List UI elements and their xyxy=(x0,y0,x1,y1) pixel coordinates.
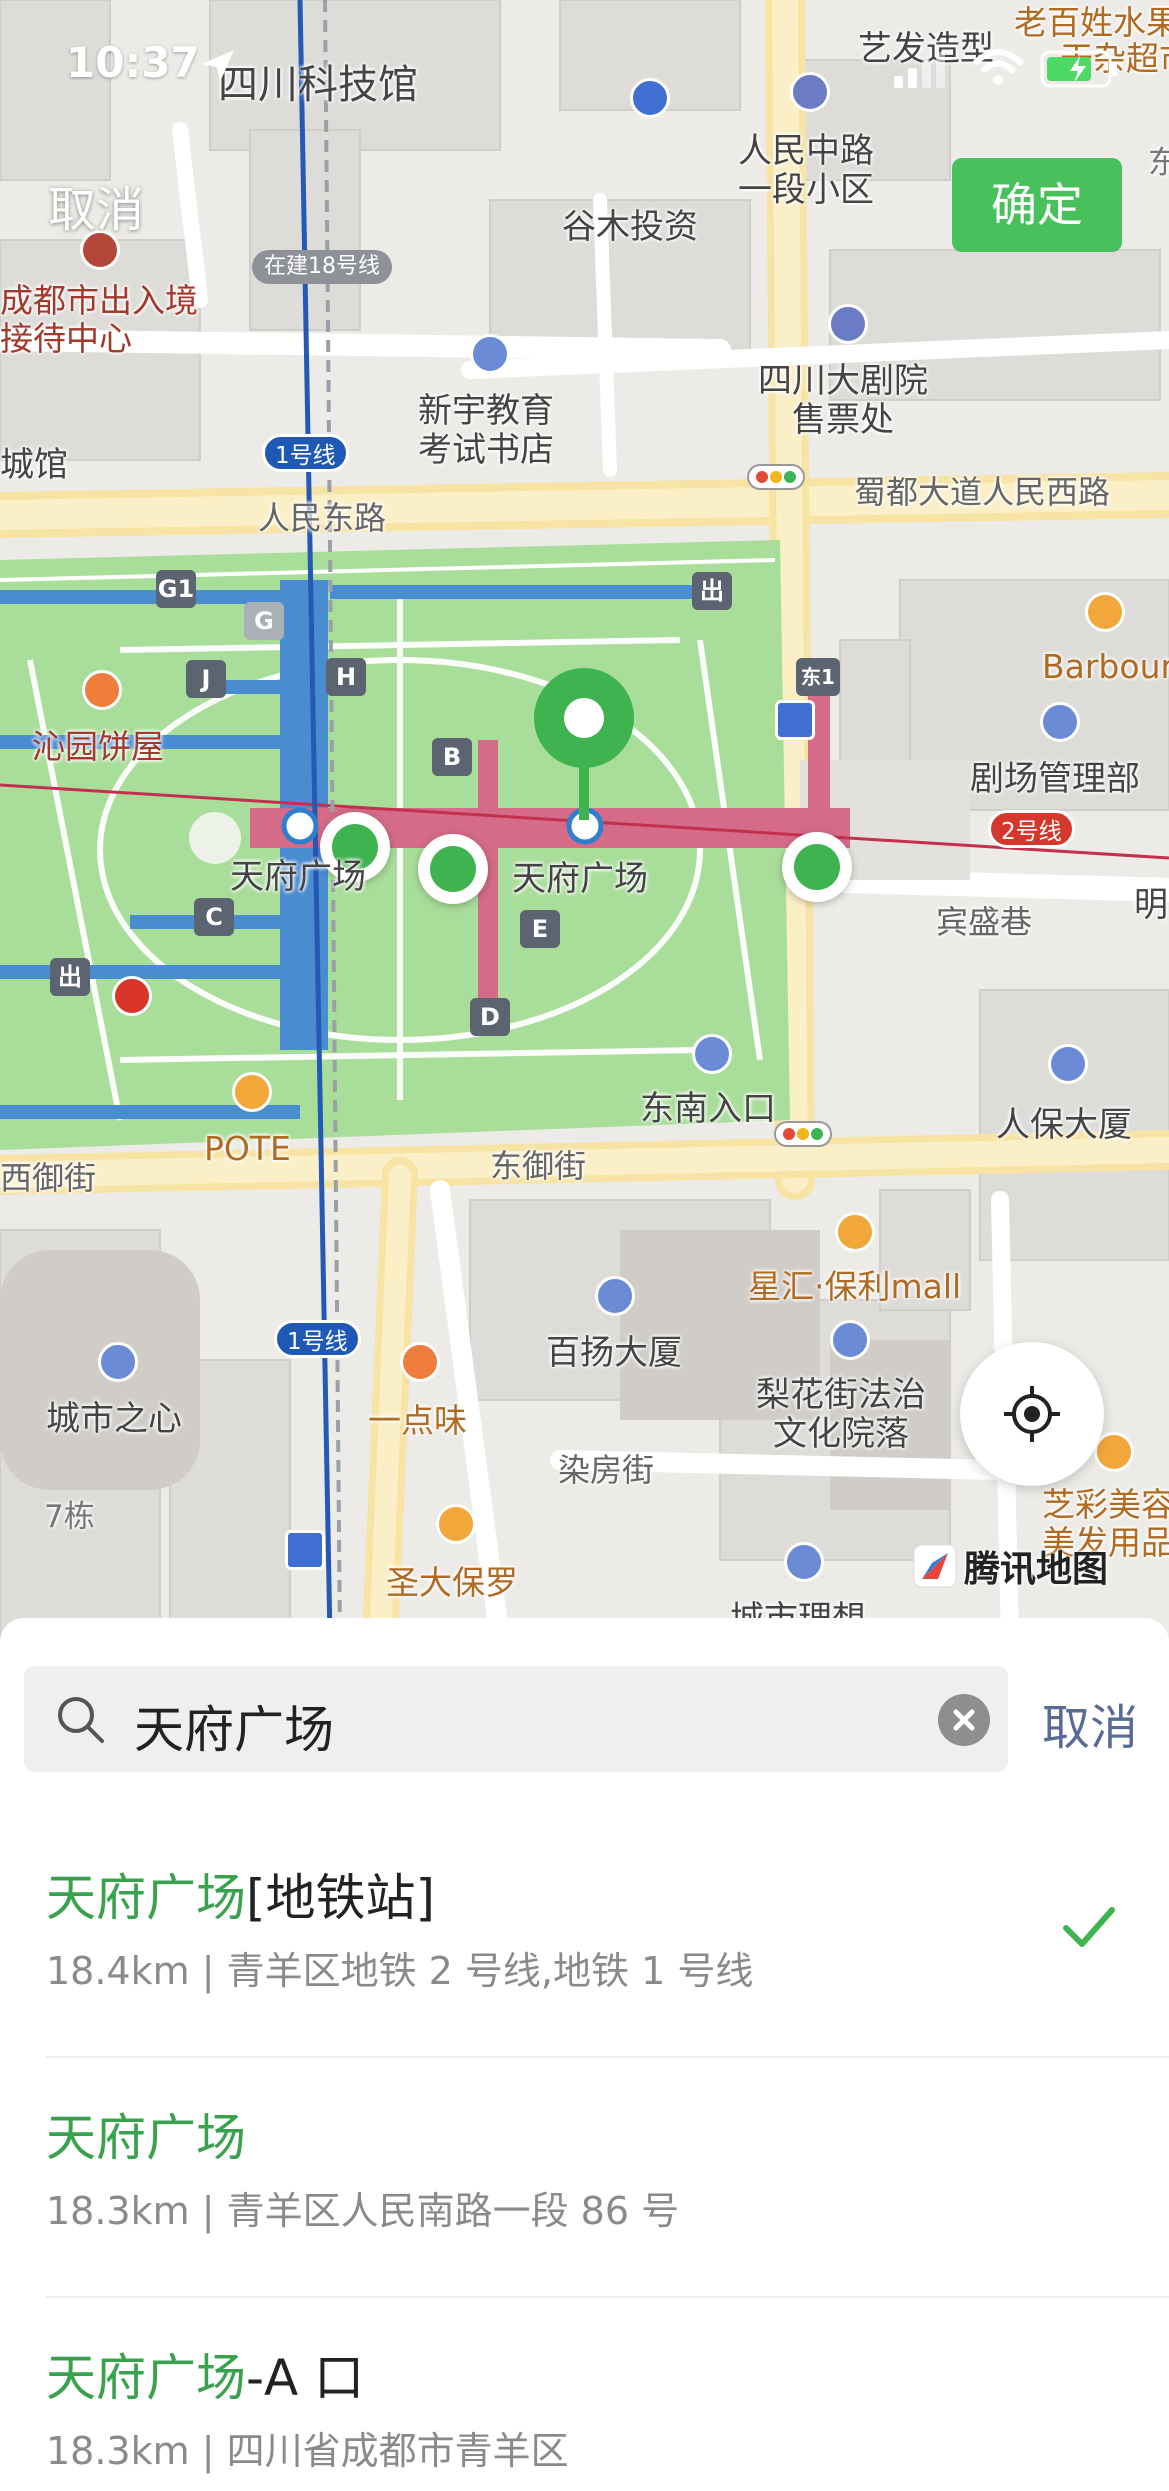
road-label: 染房街 xyxy=(558,1451,655,1489)
search-panel: 天府广场 取消 天府广场[地铁站] 18.4km | 青羊区地铁 2 号线,地铁… xyxy=(0,1618,1169,2491)
building-icon xyxy=(692,1034,732,1074)
shopping-icon xyxy=(232,1072,272,1112)
map-label: 城市之心 xyxy=(46,1399,182,1439)
result-title: 天府广场[地铁站] xyxy=(46,1869,436,1927)
map-label: 人民中路 一段小区 xyxy=(738,131,874,211)
shopping-icon xyxy=(835,1212,875,1252)
map-provider-name: 腾讯地图 xyxy=(964,1549,1109,1590)
map-label: 百扬大厦 xyxy=(546,1333,682,1373)
map-provider-logo: 腾讯地图 xyxy=(912,1540,1108,1592)
map-label: 四川科技馆 xyxy=(218,62,418,108)
map-label: 一点味 xyxy=(368,1401,467,1440)
mcdonalds-icon xyxy=(112,976,152,1016)
map-marker-candidate[interactable] xyxy=(418,834,488,904)
station-label: 天府广场 xyxy=(230,857,366,897)
confirm-button[interactable]: 确定 xyxy=(952,158,1122,252)
exit-badge-out-left: 出 xyxy=(50,958,90,996)
map-label: 东 xyxy=(1148,145,1169,181)
map-label: 人保大厦 xyxy=(996,1105,1132,1145)
map-label: 新宇教育 考试书店 xyxy=(418,391,554,471)
exit-badge-j: J xyxy=(186,660,226,698)
search-query-text: 天府广场 xyxy=(134,1701,334,1759)
building-icon xyxy=(595,1276,635,1316)
tencent-map-logo-icon xyxy=(913,1544,957,1588)
metro-icon xyxy=(285,1530,325,1570)
map-label: 7栋 xyxy=(44,1499,95,1535)
building-icon xyxy=(790,72,830,112)
list-item[interactable]: 天府广场-A 口 18.3km | 四川省成都市青羊区 xyxy=(0,2298,1169,2491)
map-label: 谷木投资 xyxy=(562,207,698,247)
map-label: 成都市出入境 接待中心 xyxy=(0,281,198,358)
exit-badge-g1: G1 xyxy=(156,570,196,608)
cafe-icon xyxy=(82,670,122,710)
map-label: POTE xyxy=(204,1129,291,1168)
map-label: 老百姓水果 xyxy=(1014,3,1169,42)
map-view[interactable]: G1 G H J B C E D 出 出 东1 1号线 1号线 2号线 在建18… xyxy=(0,0,1169,1640)
status-time: 10:37 xyxy=(66,38,200,87)
map-label: 圣大保罗 xyxy=(386,1563,518,1602)
map-label: 城馆 xyxy=(0,445,68,485)
search-input[interactable]: 天府广场 xyxy=(24,1666,1008,1772)
search-cancel-button[interactable]: 取消 xyxy=(1042,1688,1138,1758)
shopping-icon xyxy=(436,1504,476,1544)
hotel-icon xyxy=(1085,592,1125,632)
map-label: 四川大剧院 售票处 xyxy=(758,361,928,441)
result-title: 天府广场-A 口 xyxy=(46,2349,365,2407)
map-label: 梨花街法治 文化院落 xyxy=(756,1375,926,1455)
wifi-icon xyxy=(973,49,1023,85)
restaurant-icon xyxy=(400,1342,440,1382)
building-icon xyxy=(1048,1044,1088,1084)
close-icon xyxy=(953,1709,975,1731)
metro-line1-badge: 1号线 xyxy=(274,1320,361,1358)
map-label: 沁园饼屋 xyxy=(32,727,164,766)
construction-line-badge: 在建18号线 xyxy=(252,250,392,284)
station-label: 天府广场 xyxy=(512,859,648,899)
metro-line1-badge: 1号线 xyxy=(262,434,349,472)
exit-badge-g: G xyxy=(244,602,284,640)
result-subtitle: 18.3km | 四川省成都市青羊区 xyxy=(46,2429,569,2473)
road-label: 东御街 xyxy=(490,1147,587,1185)
crosshair-icon xyxy=(1004,1386,1060,1442)
map-label: 剧场管理部 xyxy=(970,759,1140,799)
road-label: 人民东路 xyxy=(258,499,387,537)
theatre-icon xyxy=(828,304,868,344)
map-label: 星汇·保利mall xyxy=(748,1267,962,1306)
top-cancel-button[interactable]: 取消 xyxy=(48,170,144,240)
cellular-signal-icon xyxy=(894,52,945,88)
location-arrow-icon xyxy=(202,50,234,82)
shopping-icon xyxy=(1094,1432,1134,1472)
locate-button[interactable] xyxy=(960,1342,1104,1486)
exit-badge-e: E xyxy=(520,910,560,948)
exit-badge-dong1: 东1 xyxy=(796,658,840,696)
building-icon xyxy=(98,1342,138,1382)
building-icon xyxy=(830,1320,870,1360)
battery-icon xyxy=(1040,50,1117,88)
building-icon xyxy=(784,1542,824,1582)
map-label: 明 xyxy=(1134,885,1168,925)
list-item[interactable]: 天府广场[地铁站] 18.4km | 青羊区地铁 2 号线,地铁 1 号线 xyxy=(0,1818,1169,2058)
exit-badge-c: C xyxy=(194,898,234,936)
road-label: 宾盛巷 xyxy=(936,903,1033,941)
road-label: 蜀都大道人民西路 xyxy=(854,473,1111,511)
building-icon xyxy=(1040,702,1080,742)
clear-search-button[interactable] xyxy=(938,1694,990,1746)
checkmark-icon xyxy=(1063,1907,1115,1947)
map-marker-candidate[interactable] xyxy=(782,832,852,902)
map-label: 东南入口 xyxy=(640,1089,776,1129)
bookstore-icon xyxy=(470,334,510,374)
exit-badge-b: B xyxy=(432,738,472,776)
road-label: 西御街 xyxy=(0,1159,97,1197)
map-label: Barbour xyxy=(1042,647,1169,686)
exit-badge-out-right: 出 xyxy=(692,572,732,610)
parking-icon xyxy=(630,78,670,118)
exit-badge-h: H xyxy=(326,658,366,696)
result-subtitle: 18.4km | 青羊区地铁 2 号线,地铁 1 号线 xyxy=(46,1949,754,1993)
list-item[interactable]: 天府广场 18.3km | 青羊区人民南路一段 86 号 xyxy=(0,2058,1169,2298)
metro-line2-badge: 2号线 xyxy=(988,810,1075,848)
result-title: 天府广场 xyxy=(46,2109,246,2167)
metro-icon xyxy=(775,700,815,740)
search-icon xyxy=(58,1697,104,1743)
result-subtitle: 18.3km | 青羊区人民南路一段 86 号 xyxy=(46,2189,680,2233)
exit-badge-d: D xyxy=(470,998,510,1036)
